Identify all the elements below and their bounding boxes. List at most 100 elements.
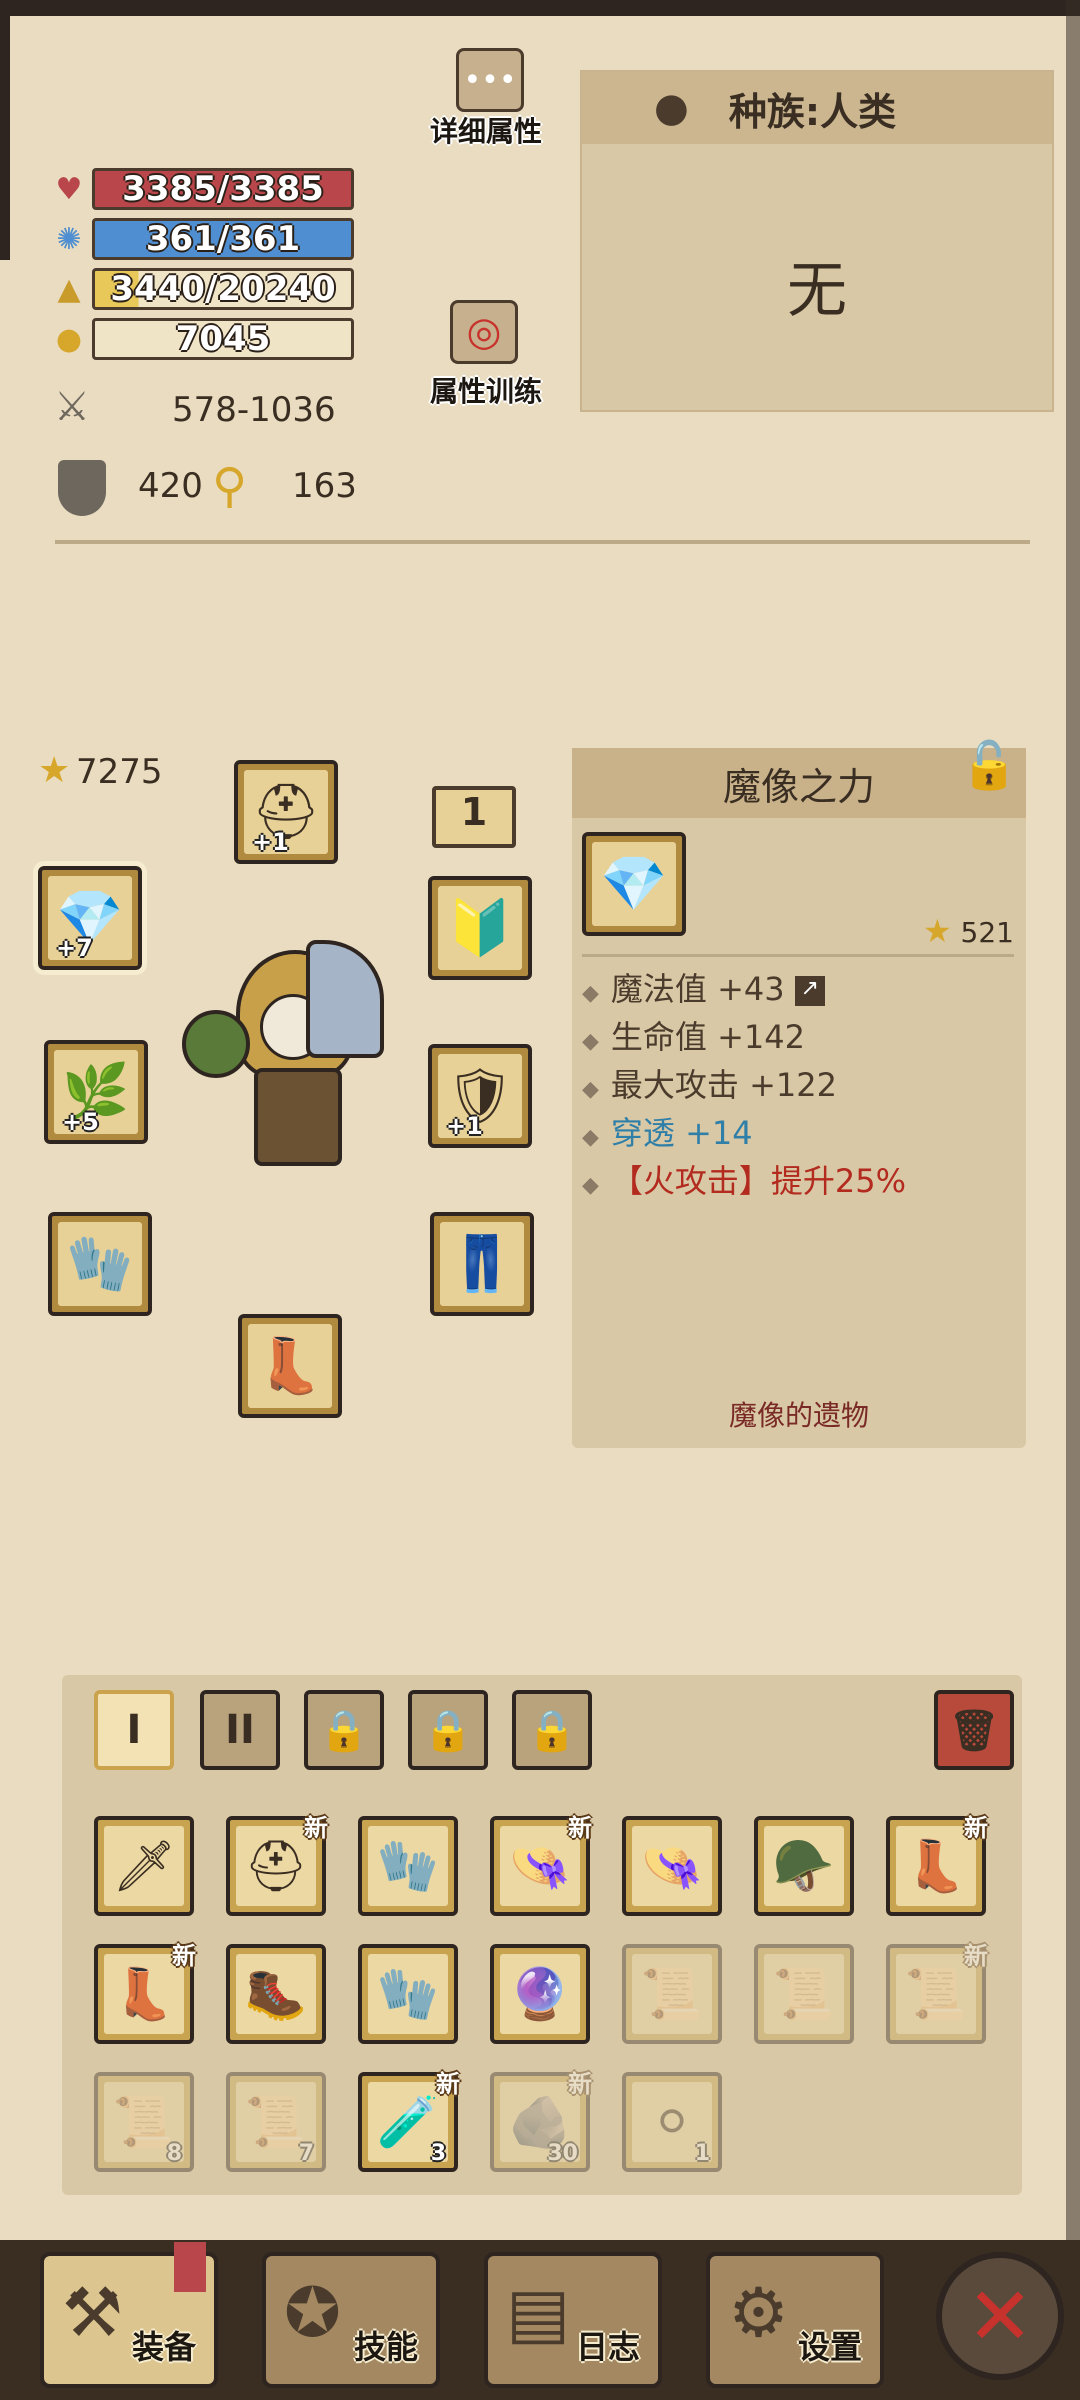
attr-training-label: 属性训练 (430, 375, 543, 408)
stat-line-attack: ◆ 最大攻击 +122 (582, 1066, 837, 1104)
inv-item[interactable]: 👢 新 (886, 1814, 988, 1916)
gem-gauntlet-icon: 💎 (592, 842, 676, 926)
attack-value: 578-1036 (172, 390, 336, 430)
inv-recipe[interactable]: 📜 (622, 1944, 722, 2044)
inv-scroll[interactable]: 📜 7 (226, 2072, 326, 2172)
recipe-icon: 📜 (632, 1954, 712, 2034)
left-frame (0, 0, 10, 260)
slot-plus: +1 (252, 828, 289, 856)
detail-divider (582, 954, 1014, 957)
inv-item[interactable]: 🔮 (490, 1944, 590, 2044)
gauntlet-icon: 🧤 (58, 1222, 142, 1306)
inv-recipe[interactable]: 📜 (754, 1944, 854, 2044)
stat-line-mp: ◆ 魔法值 +43 ↗ (582, 964, 825, 1010)
lock-icon: 🔒 (527, 1707, 577, 1754)
slot-plus: +7 (56, 934, 93, 962)
slot-plus: +5 (62, 1108, 99, 1136)
slot-boots[interactable]: 👢 (238, 1314, 342, 1418)
race-header: ● 种族:人类 (582, 72, 1052, 144)
inv-item[interactable]: 🥾 (226, 1944, 326, 2044)
mana-icon: ✺ (56, 221, 82, 257)
tab-locked-3[interactable]: 🔒 (304, 1690, 384, 1770)
inv-item[interactable]: 🗡 (94, 1816, 194, 1916)
inv-item[interactable]: 👢 新 (94, 1942, 196, 2044)
defense-value: 420 (138, 466, 203, 506)
inv-potion[interactable]: 🧪 新 3 (358, 2070, 460, 2172)
helmet-icon: 🪖 (764, 1826, 844, 1906)
inv-item[interactable]: 🧤 (358, 1944, 458, 2044)
nav-log[interactable]: ▤ 日志 (484, 2252, 662, 2388)
right-frame (1066, 0, 1080, 2400)
trash-icon: 🗑 (948, 1707, 1000, 1754)
slot-ring[interactable]: 💎 +7 (33, 861, 147, 975)
detail-attr-button[interactable]: ••• (456, 48, 524, 112)
item-flavor: 魔像的遗物 (728, 1399, 869, 1432)
slot-weapon[interactable]: 🌿 +5 (44, 1040, 148, 1144)
pierce-value: 163 (292, 466, 357, 506)
boots-icon: 🥾 (236, 1954, 316, 2034)
inv-item[interactable]: 👒 新 (490, 1814, 592, 1916)
hp-bar: 3385/3385 (92, 168, 354, 210)
inv-item[interactable]: 🧤 (358, 1816, 458, 1916)
boots-icon: 👢 (248, 1324, 332, 1408)
unlock-icon[interactable]: 🔓 (961, 738, 1018, 793)
tab-bag-2[interactable]: II (200, 1690, 280, 1770)
slot-plus: +1 (446, 1112, 483, 1140)
attr-training-button[interactable]: ◎ (450, 300, 518, 364)
set-level-badge[interactable]: 1 (432, 786, 516, 848)
journal-icon: ▤ (506, 2274, 571, 2353)
upgrade-arrow-icon: ↗ (794, 976, 825, 1006)
item-score-row: ★ 521 (923, 912, 1014, 950)
race-label: 种族:人类 (728, 89, 897, 134)
slot-pants[interactable]: 👖 (430, 1212, 534, 1316)
lock-icon: 🔒 (423, 1707, 473, 1754)
target-icon: ◎ (466, 309, 502, 355)
nav-equip[interactable]: ⚒ 装备 (40, 2242, 218, 2388)
inv-stone[interactable]: 🪨 新 30 (490, 2070, 592, 2172)
crossed-swords-icon: ⚔ (54, 384, 90, 430)
item-title: 魔像之力 (572, 748, 1026, 818)
person-icon: ● (654, 85, 689, 131)
close-icon: ✕ (966, 2269, 1034, 2363)
stat-line-hp: ◆ 生命值 +142 (582, 1018, 805, 1056)
inv-orb[interactable]: ⚪ 1 (622, 2072, 722, 2172)
exp-icon: ▲ (57, 271, 81, 307)
race-panel: ● 种族:人类 无 (580, 70, 1054, 412)
stat-line-fire: ◆ 【火攻击】提升25% (582, 1162, 907, 1200)
gauntlet-icon: 🧤 (368, 1826, 448, 1906)
pants-icon: 👖 (440, 1222, 524, 1306)
top-frame (0, 0, 1080, 16)
detail-attr-label: 详细属性 (430, 115, 543, 148)
inv-scroll[interactable]: 📜 8 (94, 2072, 194, 2172)
inv-item[interactable]: 👒 (622, 1816, 722, 1916)
amulet-icon: 🔰 (438, 886, 522, 970)
item-score: 521 (960, 916, 1014, 949)
close-button[interactable]: ✕ (936, 2252, 1064, 2380)
gear-icon: ⚙ (728, 2274, 789, 2353)
tab-locked-4[interactable]: 🔒 (408, 1690, 488, 1770)
inv-recipe[interactable]: 📜 新 (886, 1942, 988, 2044)
dots-icon: ••• (463, 62, 517, 98)
inv-item[interactable]: 🪖 (754, 1816, 854, 1916)
slot-gauntlet[interactable]: 🧤 (48, 1212, 152, 1316)
slot-armor[interactable]: 🛡 +1 (428, 1044, 532, 1148)
stat-line-pierce: ◆ 穿透 +14 (582, 1114, 753, 1152)
mp-bar: 361/361 (92, 218, 354, 260)
straw-hat-icon: 👒 (632, 1826, 712, 1906)
item-preview: 💎 (582, 832, 686, 936)
slot-amulet[interactable]: 🔰 (428, 876, 532, 980)
tab-bag-1[interactable]: I (94, 1690, 174, 1770)
nav-skills[interactable]: ✪ 技能 (262, 2252, 440, 2388)
item-detail-panel: 魔像之力 🔓 💎 ★ 521 ◆ 魔法值 +43 ↗ ◆ 生命值 +142 ◆ 最大攻… (572, 738, 1026, 1448)
race-value: 无 (787, 256, 847, 326)
section-divider (55, 540, 1030, 544)
nav-settings[interactable]: ⚙ 设置 (706, 2252, 884, 2388)
tab-locked-5[interactable]: 🔒 (512, 1690, 592, 1770)
trash-button[interactable]: 🗑 (934, 1690, 1014, 1770)
skill-rune-icon: ✪ (284, 2274, 341, 2353)
inv-item[interactable]: ⛑ 新 (226, 1814, 328, 1916)
gold-icon: ● (55, 321, 83, 357)
slot-helmet[interactable]: ⛑ +1 (234, 760, 338, 864)
equip-score: 7275 (76, 752, 163, 792)
axe-icon: ⚒ (62, 2274, 123, 2353)
